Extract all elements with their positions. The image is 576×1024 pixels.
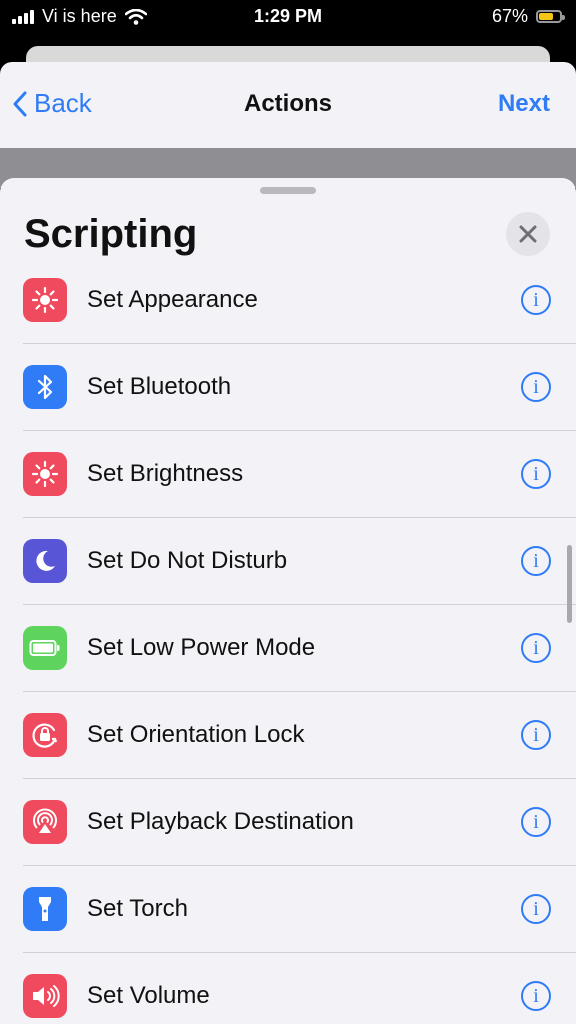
action-label: Set Appearance: [87, 286, 258, 313]
sun-icon: [23, 452, 67, 496]
list-item-set-brightness[interactable]: Set Brightness i: [0, 431, 576, 518]
action-label: Set Orientation Lock: [87, 721, 305, 748]
action-label: Set Bluetooth: [87, 373, 232, 400]
info-icon[interactable]: i: [521, 633, 551, 663]
scripting-sheet: Scripting Set Appearance i Set Bluetooth…: [0, 178, 576, 1024]
action-label: Set Do Not Disturb: [87, 547, 288, 574]
airplay-icon: [23, 800, 67, 844]
battery-icon: [536, 10, 565, 23]
action-label: Set Torch: [87, 895, 188, 922]
list-item-set-volume[interactable]: Set Volume i: [0, 953, 576, 1024]
close-button[interactable]: [506, 212, 550, 256]
next-button[interactable]: Next: [498, 90, 550, 118]
info-icon[interactable]: i: [521, 981, 551, 1011]
scrollbar[interactable]: [567, 545, 572, 623]
info-icon[interactable]: i: [521, 372, 551, 402]
list-item-set-do-not-disturb[interactable]: Set Do Not Disturb i: [0, 518, 576, 605]
list-item-set-torch[interactable]: Set Torch i: [0, 866, 576, 953]
action-label: Set Playback Destination: [87, 808, 354, 835]
sheet-title: Scripting: [24, 212, 198, 256]
action-list[interactable]: Set Appearance i Set Bluetooth i Set Bri…: [0, 278, 576, 1024]
list-item-set-orientation-lock[interactable]: Set Orientation Lock i: [0, 692, 576, 779]
action-label: Set Low Power Mode: [87, 634, 316, 661]
list-item-set-low-power-mode[interactable]: Set Low Power Mode i: [0, 605, 576, 692]
info-icon[interactable]: i: [521, 720, 551, 750]
info-icon[interactable]: i: [521, 285, 551, 315]
speaker-icon: [23, 974, 67, 1018]
nav-title: Actions: [243, 90, 332, 117]
action-label: Set Brightness: [87, 460, 244, 487]
sheet-grabber[interactable]: [260, 187, 316, 194]
info-icon[interactable]: i: [521, 459, 551, 489]
moon-icon: [23, 539, 67, 583]
flashlight-icon: [23, 887, 67, 931]
list-item-set-bluetooth[interactable]: Set Bluetooth i: [0, 344, 576, 431]
navigation-bar: Back Actions Next: [0, 62, 576, 152]
battery-percentage: 67%: [491, 6, 528, 26]
action-label: Set Volume: [87, 982, 210, 1009]
status-bar: Vi is here 1:29 PM 67%: [0, 0, 576, 34]
rotation-lock-icon: [23, 713, 67, 757]
info-icon[interactable]: i: [521, 894, 551, 924]
info-icon[interactable]: i: [521, 807, 551, 837]
status-time: 1:29 PM: [253, 6, 323, 26]
close-icon: [519, 225, 537, 243]
list-item-set-playback-destination[interactable]: Set Playback Destination i: [0, 779, 576, 866]
battery-icon: [23, 626, 67, 670]
bluetooth-icon: [23, 365, 67, 409]
info-icon[interactable]: i: [521, 546, 551, 576]
sun-icon: [23, 278, 67, 322]
list-item-set-appearance[interactable]: Set Appearance i: [0, 278, 576, 344]
